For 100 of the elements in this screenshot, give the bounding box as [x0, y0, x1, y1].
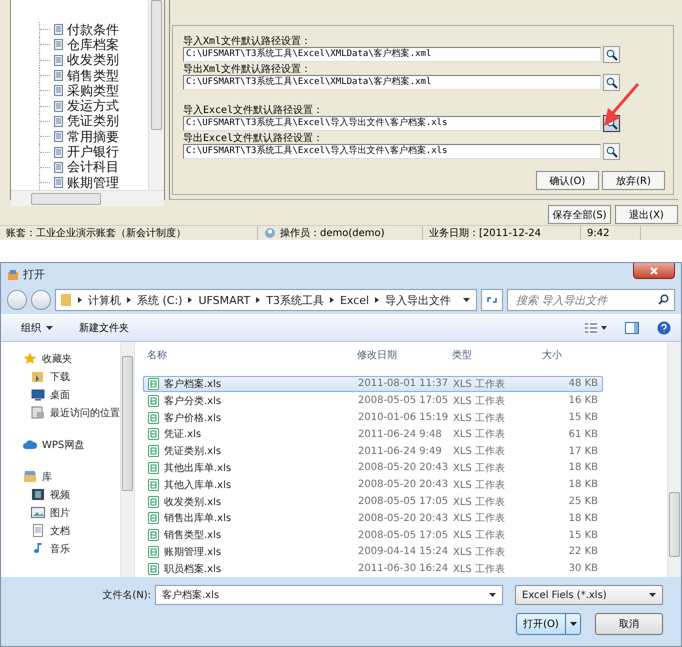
- open-button[interactable]: 打开(O): [516, 613, 581, 636]
- path-field[interactable]: C:\UFSMART\T3系统工具\Excel\导入导出文件\客户档案.xls: [183, 116, 601, 131]
- address-bar[interactable]: 计算机 系统 (C:) UFSMART T3系统工具 Excel 导入导出文件: [55, 289, 477, 312]
- window-title: 打开: [23, 267, 45, 282]
- file-row[interactable]: 凭证类别.xls 2011-06-24 9:49 XLS 工作表 17 KB: [143, 442, 603, 460]
- cancel-button[interactable]: 取消: [595, 613, 663, 636]
- file-row[interactable]: 销售出库单.xls 2008-05-20 20:43 XLS 工作表 18 KB: [143, 510, 603, 527]
- spreadsheet-icon: [148, 496, 159, 508]
- nav-item[interactable]: 音乐: [50, 542, 70, 556]
- file-type: XLS 工作表: [453, 394, 506, 408]
- file-row[interactable]: 客户档案.xls 2011-08-01 11:37 XLS 工作表 48 KB: [143, 376, 603, 392]
- refresh-button[interactable]: [481, 289, 503, 312]
- file-size: 30 KB: [568, 563, 598, 574]
- footer-button[interactable]: 退出(X): [615, 205, 678, 224]
- chevron-icon: [375, 297, 380, 304]
- file-row[interactable]: 客户价格.xls 2010-01-06 15:19 XLS 工作表 15 KB: [143, 409, 603, 426]
- file-size: 15 KB: [568, 412, 598, 424]
- nav-item[interactable]: 下载: [50, 370, 70, 384]
- file-row[interactable]: 职员档案.xls 2011-06-30 16:24 XLS 工作表 30 KB: [143, 560, 603, 578]
- vertical-scrollbar[interactable]: [667, 342, 681, 578]
- folder-icon: [31, 370, 45, 384]
- breadcrumb[interactable]: T3系统工具: [266, 292, 324, 308]
- time-status: 9:42: [587, 228, 610, 238]
- dropdown-icon: [489, 593, 496, 598]
- column-header[interactable]: 大小: [542, 348, 597, 362]
- dialog-button[interactable]: 确认(O): [536, 171, 599, 190]
- back-button[interactable]: [7, 290, 27, 310]
- new-folder-button[interactable]: 新建文件夹: [79, 320, 129, 335]
- file-name: 客户价格.xls: [164, 412, 222, 425]
- view-options-icon[interactable]: [585, 322, 607, 333]
- column-header[interactable]: 修改日期: [357, 348, 452, 362]
- document-icon: [54, 100, 63, 112]
- breadcrumb[interactable]: 系统 (C:): [137, 292, 182, 308]
- tree-item[interactable]: 账期管理: [67, 174, 119, 192]
- file-row[interactable]: 客户分类.xls 2008-05-05 17:05 XLS 工作表 16 KB: [143, 392, 603, 410]
- search-field[interactable]: 搜索 导入导出文件: [507, 289, 675, 312]
- file-row[interactable]: 其他入库单.xls 2008-05-20 20:43 XLS 工作表 18 KB: [143, 476, 603, 494]
- file-type: XLS 工作表: [453, 562, 506, 576]
- file-name: 职员档案.xls: [164, 562, 222, 576]
- field-label: 导出Xml文件默认路径设置：: [183, 62, 312, 75]
- browse-button[interactable]: [603, 46, 620, 63]
- breadcrumb[interactable]: Excel: [340, 294, 370, 307]
- organize-menu[interactable]: 组织: [21, 320, 53, 335]
- browse-button[interactable]: [603, 143, 620, 160]
- chevron-icon: [78, 297, 82, 304]
- horizontal-scrollbar[interactable]: [11, 190, 164, 206]
- spreadsheet-icon: [148, 394, 159, 407]
- file-size: 48 KB: [568, 378, 598, 390]
- spreadsheet-icon: [148, 378, 159, 390]
- column-header[interactable]: 类型: [452, 348, 542, 362]
- file-type: XLS 工作表: [453, 378, 506, 391]
- nav-item[interactable]: 收藏夹: [42, 352, 72, 366]
- file-type: XLS 工作表: [453, 462, 506, 475]
- document-icon: [54, 54, 63, 66]
- column-header[interactable]: 名称: [147, 348, 357, 362]
- nav-item[interactable]: WPS网盘: [42, 438, 84, 452]
- preview-pane-icon[interactable]: [625, 322, 639, 334]
- file-type: XLS 工作表: [453, 412, 506, 425]
- tree-item[interactable]: 常用摘要: [67, 128, 119, 146]
- file-row[interactable]: 账期管理.xls 2009-04-14 15:24 XLS 工作表 22 KB: [143, 544, 603, 560]
- vertical-scrollbar[interactable]: [120, 342, 134, 578]
- vertical-scrollbar[interactable]: [148, 0, 164, 190]
- nav-item[interactable]: 文档: [50, 524, 70, 538]
- footer-button[interactable]: 保存全部(S): [548, 205, 611, 224]
- close-button[interactable]: [633, 263, 675, 279]
- nav-item[interactable]: 视频: [50, 488, 70, 502]
- tree-item[interactable]: 收发类别: [67, 51, 119, 70]
- file-row[interactable]: 其他出库单.xls 2008-05-20 20:43 XLS 工作表 18 KB: [143, 460, 603, 476]
- nav-item[interactable]: 桌面: [50, 388, 70, 402]
- nav-item[interactable]: 图片: [50, 506, 70, 520]
- file-type-dropdown[interactable]: Excel Fiels (*.xls): [515, 585, 663, 606]
- operator-icon: [264, 227, 276, 239]
- file-row[interactable]: 收发类别.xls 2008-05-05 17:05 XLS 工作表 25 KB: [143, 493, 603, 510]
- spreadsheet-icon: [148, 445, 159, 458]
- nav-item[interactable]: 库: [42, 470, 52, 484]
- file-row[interactable]: 销售类型.xls 2008-05-05 17:05 XLS 工作表 15 KB: [143, 526, 603, 544]
- path-field[interactable]: C:\UFSMART\T3系统工具\Excel\导入导出文件\客户档案.xls: [183, 144, 601, 159]
- forward-button[interactable]: [31, 290, 51, 310]
- path-field[interactable]: C:\UFSMART\T3系统工具\Excel\XMLData\客户档案.xml: [183, 75, 601, 90]
- business-date: 业务日期：[2011-12-24: [429, 226, 542, 240]
- modified-date: 2008-05-05 17:05: [358, 395, 450, 406]
- browse-button[interactable]: [603, 74, 620, 91]
- app-icon: [7, 268, 19, 281]
- nav-item[interactable]: 最近访问的位置: [50, 406, 120, 420]
- file-name: 客户分类.xls: [164, 394, 222, 408]
- dialog-button[interactable]: 放弃(R): [602, 171, 665, 190]
- file-name-label: 文件名(N):: [102, 588, 151, 602]
- spreadsheet-icon: [148, 462, 159, 474]
- document-icon: [54, 131, 63, 142]
- file-row[interactable]: 凭证.xls 2011-06-24 9:48 XLS 工作表 61 KB: [143, 426, 603, 443]
- file-name-field[interactable]: 客户档案.xls: [155, 585, 503, 606]
- modified-date: 2008-05-20 20:43: [358, 512, 450, 524]
- help-icon[interactable]: [657, 320, 671, 335]
- breadcrumb[interactable]: 导入导出文件: [385, 292, 452, 308]
- breadcrumb[interactable]: UFSMART: [198, 294, 250, 307]
- star-icon: [23, 352, 37, 366]
- breadcrumb[interactable]: 计算机: [88, 292, 121, 308]
- path-field[interactable]: C:\UFSMART\T3系统工具\Excel\XMLData\客户档案.xml: [183, 47, 601, 62]
- cloud-icon: [23, 438, 37, 452]
- file-name: 收发类别.xls: [164, 496, 222, 509]
